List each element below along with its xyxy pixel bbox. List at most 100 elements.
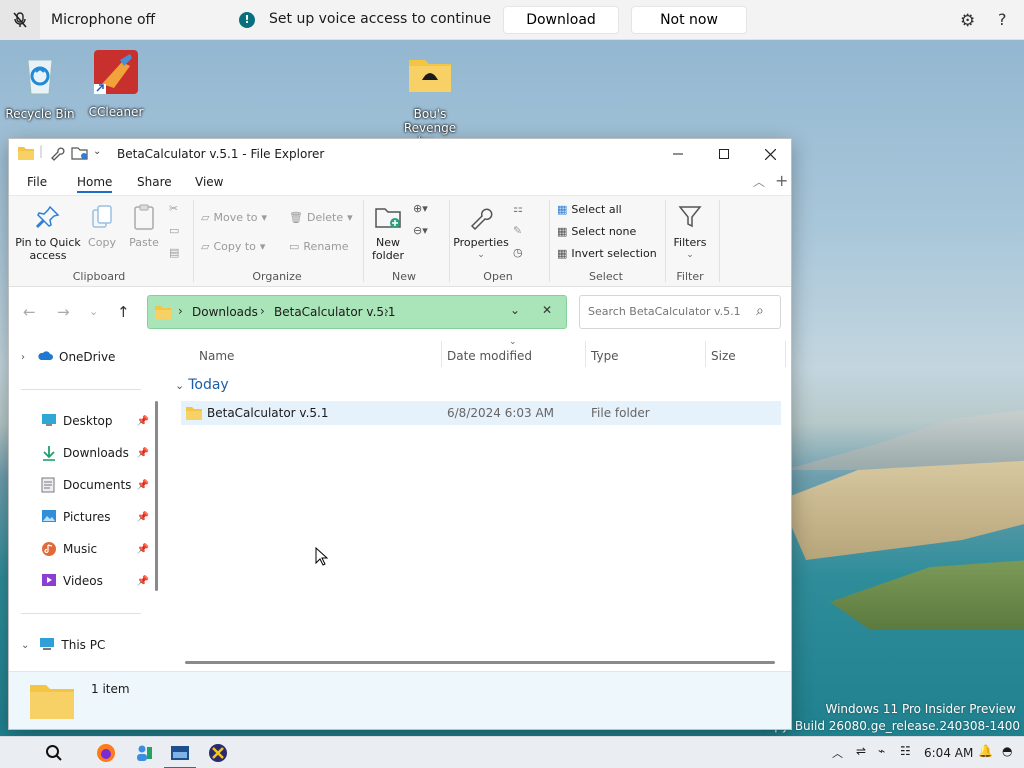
chevron-down-icon[interactable]: ⌄ xyxy=(21,640,29,651)
desktop-icon-ccleaner[interactable]: CCleaner xyxy=(78,48,154,119)
collapse-ribbon-icon[interactable]: ︿ xyxy=(753,173,765,190)
column-separator[interactable] xyxy=(585,341,586,367)
network-icon[interactable]: ⇌ xyxy=(856,744,866,758)
column-separator[interactable] xyxy=(785,341,786,367)
maximize-button[interactable] xyxy=(701,139,747,169)
tab-share[interactable]: Share xyxy=(137,175,172,189)
nav-item-pictures[interactable]: Pictures 📌 xyxy=(9,504,149,530)
breadcrumb-downloads[interactable]: Downloads xyxy=(192,305,258,319)
new-folder-button[interactable]: New folder xyxy=(367,202,409,262)
tab-view[interactable]: View xyxy=(195,175,223,189)
horizontal-scrollbar[interactable] xyxy=(185,661,775,664)
title-bar[interactable]: | ⌄ BetaCalculator v.5.1 - File Explorer xyxy=(9,139,791,171)
help-icon[interactable]: ? xyxy=(998,10,1007,29)
paste-button[interactable]: Paste xyxy=(125,202,163,249)
firefox-icon[interactable] xyxy=(94,741,118,765)
chevron-down-icon[interactable]: ⌄ xyxy=(93,146,101,157)
minimize-button[interactable] xyxy=(655,139,701,169)
nav-item-downloads[interactable]: Downloads 📌 xyxy=(9,440,149,466)
rename-button[interactable]: ▭ Rename xyxy=(289,240,349,253)
open-icon[interactable]: ⚏ xyxy=(513,202,523,215)
search-input[interactable] xyxy=(588,305,748,318)
chevron-up-icon[interactable]: ︿ xyxy=(832,745,843,761)
delete-button[interactable]: 🗑 Delete ▾ xyxy=(289,211,353,224)
back-button[interactable]: ← xyxy=(23,303,36,321)
voice-setup-message: Set up voice access to continue xyxy=(269,11,492,27)
column-separator[interactable] xyxy=(441,341,442,367)
history-icon[interactable]: ◷ xyxy=(513,246,523,259)
filters-label: Filters xyxy=(673,236,707,249)
ribbon-separator xyxy=(449,200,450,282)
new-item-icon[interactable]: ⊕▾ xyxy=(413,202,428,215)
easy-access-icon[interactable]: ⊖▾ xyxy=(413,224,428,237)
pin-icon: 📌 xyxy=(136,543,149,555)
address-row: ← → ⌄ ↑ › Downloads › BetaCalculator v.5… xyxy=(9,287,791,339)
microphone-toggle-button[interactable] xyxy=(0,0,40,40)
copy-path-icon[interactable]: ▭ xyxy=(169,224,179,237)
spy-icon[interactable]: ◓ xyxy=(1002,744,1012,758)
edit-icon[interactable]: ✎ xyxy=(513,224,522,237)
new-group-label: New xyxy=(392,270,416,283)
copy-to-button[interactable]: ▱ Copy to ▾ xyxy=(201,240,265,253)
gear-icon[interactable]: ⚙ xyxy=(960,11,975,31)
move-to-button[interactable]: ▱ Move to ▾ xyxy=(201,211,267,224)
search-box[interactable]: ⌕ xyxy=(579,295,781,329)
select-all-button[interactable]: ▦ Select all xyxy=(557,203,622,216)
column-header-size[interactable]: Size xyxy=(711,349,736,363)
address-bar[interactable]: › Downloads › BetaCalculator v.5.1 › ⌄ ✕ xyxy=(147,295,567,329)
properties-icon[interactable] xyxy=(49,145,65,164)
group-header-today[interactable]: ⌄ Today xyxy=(175,377,229,393)
copy-button[interactable]: Copy xyxy=(85,202,119,249)
tab-home[interactable]: Home xyxy=(77,175,113,193)
desktop-icon-recycle-bin[interactable]: Recycle Bin xyxy=(2,50,78,121)
paste-shortcut-icon[interactable]: ▤ xyxy=(169,246,179,259)
volume-icon[interactable]: ☷ xyxy=(900,744,911,758)
search-icon[interactable] xyxy=(42,741,66,765)
xbox-icon[interactable] xyxy=(206,741,230,765)
chevron-right-icon: › xyxy=(178,304,183,318)
up-button[interactable]: ↑ xyxy=(117,303,130,321)
nav-item-music[interactable]: Music 📌 xyxy=(9,536,149,562)
clear-address-icon[interactable]: ✕ xyxy=(542,303,552,317)
nav-item-this-pc[interactable]: ⌄ This PC xyxy=(9,632,149,658)
notification-bell-icon[interactable]: 🔔 xyxy=(978,744,993,758)
invert-selection-button[interactable]: ▦ Invert selection xyxy=(557,247,657,260)
recent-locations-button[interactable]: ⌄ xyxy=(89,305,98,318)
not-now-button[interactable]: Not now xyxy=(631,6,747,34)
move-to-label: Move to xyxy=(213,211,258,224)
desktop-icon-bous-revenge[interactable]: Bou's Revenge by... xyxy=(390,50,470,149)
breadcrumb-betacalculator[interactable]: BetaCalculator v.5.1 xyxy=(274,305,396,319)
table-row[interactable]: BetaCalculator v.5.1 6/8/2024 6:03 AM Fi… xyxy=(181,401,781,425)
nav-label: Videos xyxy=(63,574,103,588)
status-bar: 1 item xyxy=(9,671,791,729)
column-header-type[interactable]: Type xyxy=(591,349,619,363)
search-icon[interactable]: ⌕ xyxy=(756,303,764,319)
nav-item-videos[interactable]: Videos 📌 xyxy=(9,568,149,594)
download-button[interactable]: Download xyxy=(503,6,619,34)
select-none-label: Select none xyxy=(571,225,637,238)
select-none-button[interactable]: ▦ Select none xyxy=(557,225,636,238)
separator: | xyxy=(39,144,44,158)
chevron-right-icon[interactable]: › xyxy=(21,352,25,363)
tab-file[interactable]: File xyxy=(27,175,47,189)
nav-item-desktop[interactable]: Desktop 📌 xyxy=(9,408,149,434)
column-header-date-modified[interactable]: Date modified xyxy=(447,349,532,363)
nav-scrollbar[interactable] xyxy=(155,401,158,591)
nav-item-documents[interactable]: Documents 📌 xyxy=(9,472,149,498)
close-button[interactable] xyxy=(747,139,793,169)
address-history-icon[interactable]: ⌄ xyxy=(510,303,520,317)
column-header-name[interactable]: Name xyxy=(199,349,234,363)
file-explorer-taskbar-icon[interactable] xyxy=(168,741,192,765)
properties-button[interactable]: Properties ⌄ xyxy=(453,202,509,262)
clock[interactable]: 6:04 AM xyxy=(924,746,973,760)
nav-item-onedrive[interactable]: › OneDrive xyxy=(9,344,149,370)
new-folder-icon[interactable] xyxy=(71,145,89,164)
forward-button[interactable]: → xyxy=(57,303,70,321)
cut-icon[interactable]: ✂ xyxy=(169,202,178,215)
filters-button[interactable]: Filters ⌄ xyxy=(669,202,711,262)
battery-icon[interactable]: ⌁ xyxy=(878,744,885,758)
people-icon[interactable] xyxy=(132,741,156,765)
pin-to-quick-access-button[interactable]: Pin to Quick access xyxy=(13,202,83,262)
column-separator[interactable] xyxy=(705,341,706,367)
plus-icon[interactable]: + xyxy=(775,171,788,190)
